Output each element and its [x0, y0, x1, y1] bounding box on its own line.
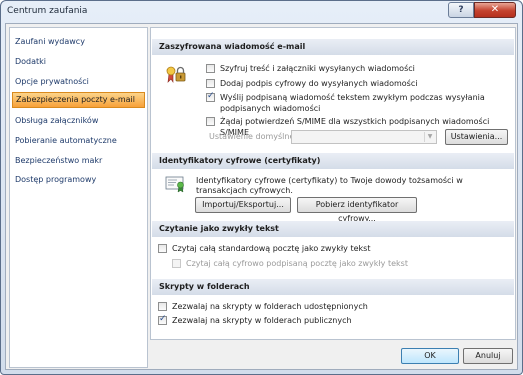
section-header-encrypted-email: Zaszyfrowana wiadomość e-mail [152, 39, 514, 55]
option-encrypt-contents[interactable]: Szyfruj treść i załączniki wysyłanych wi… [206, 63, 415, 74]
sidebar-item-privacy-options[interactable]: Opcje prywatności [12, 74, 145, 90]
section-header-folder-scripts: Skrypty w folderach [152, 279, 514, 295]
sidebar-item-email-security[interactable]: Zabezpieczenia poczty e-mail [12, 92, 145, 108]
option-read-signed-plain-text: Czytaj całą cyfrowo podpisaną pocztę jak… [172, 258, 408, 269]
sidebar-item-automatic-download[interactable]: Pobieranie automatyczne [12, 133, 145, 149]
digital-ids-description: Identyfikatory cyfrowe (certyfikaty) to … [196, 176, 463, 195]
cancel-button[interactable]: Anuluj [463, 348, 513, 364]
option-add-digital-signature[interactable]: Dodaj podpis cyfrowy do wysyłanych wiado… [206, 78, 417, 89]
certificate-icon [165, 175, 187, 193]
sidebar-item-programmatic-access[interactable]: Dostęp programowy [12, 172, 145, 188]
help-button[interactable]: ? [448, 2, 474, 18]
checkbox[interactable] [206, 64, 215, 73]
title-bar[interactable]: Centrum zaufania ? ✕ [1, 1, 522, 22]
get-digital-id-button[interactable]: Pobierz identyfikator cyfrowy... [297, 197, 417, 223]
check-icon: ✓ [159, 314, 167, 324]
dialog-client-area: Zaufani wydawcy Dodatki Opcje prywatnośc… [5, 23, 518, 370]
sidebar-item-add-ins[interactable]: Dodatki [12, 54, 145, 70]
certificate-lock-icon [165, 62, 187, 84]
option-read-standard-plain-text[interactable]: Czytaj całą standardową pocztę jako zwyk… [158, 243, 370, 254]
sidebar-item-macro-security[interactable]: Bezpieczeństwo makr [12, 153, 145, 169]
settings-button[interactable]: Ustawienia... [445, 129, 508, 145]
window-title: Centrum zaufania [7, 6, 88, 16]
default-setting-dropdown[interactable]: ▼ [291, 130, 437, 144]
option-scripts-public-folders[interactable]: ✓ Zezwalaj na skrypty w folderach public… [158, 314, 352, 326]
checkbox [172, 259, 181, 268]
ok-button[interactable]: OK [401, 348, 459, 364]
import-export-button[interactable]: Importuj/Eksportuj... [195, 197, 291, 213]
close-button[interactable]: ✕ [474, 2, 516, 18]
checkbox[interactable]: ✓ [158, 314, 167, 325]
check-icon: ✓ [207, 91, 215, 101]
title-bar-buttons: ? ✕ [448, 2, 516, 18]
sidebar-item-trusted-publishers[interactable]: Zaufani wydawcy [12, 34, 145, 50]
default-setting-label: Ustawienie domyślne: [209, 132, 298, 141]
checkbox[interactable] [158, 244, 167, 253]
section-header-plain-text: Czytanie jako zwykły tekst [152, 221, 514, 237]
option-send-clear-text-signed[interactable]: ✓ Wyślij podpisaną wiadomość tekstem zwy… [206, 91, 506, 114]
settings-panel: Zaszyfrowana wiadomość e-mail Szyfruj tr… [150, 27, 516, 340]
section-header-digital-ids: Identyfikatory cyfrowe (certyfikaty) [152, 153, 514, 169]
sidebar-nav: Zaufani wydawcy Dodatki Opcje prywatnośc… [9, 27, 148, 368]
checkbox[interactable] [206, 117, 215, 126]
checkbox[interactable]: ✓ [206, 91, 215, 102]
trust-center-dialog: Centrum zaufania ? ✕ Zaufani wydawcy Dod… [0, 0, 523, 375]
chevron-down-icon: ▼ [424, 132, 435, 142]
option-scripts-shared-folders[interactable]: Zezwalaj na skrypty w folderach udostępn… [158, 301, 368, 312]
checkbox[interactable] [206, 79, 215, 88]
sidebar-item-attachment-handling[interactable]: Obsługa załączników [12, 113, 145, 129]
checkbox[interactable] [158, 302, 167, 311]
